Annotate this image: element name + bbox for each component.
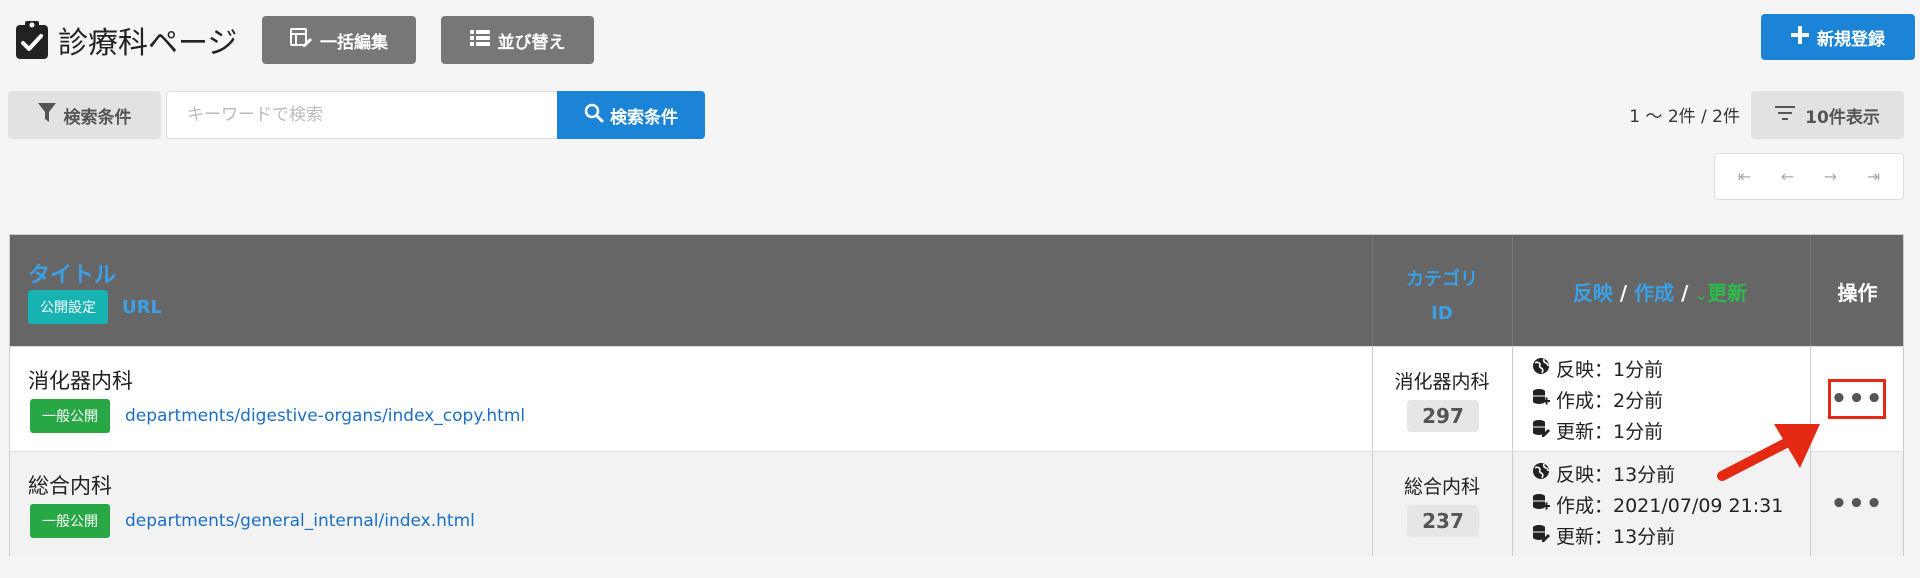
header-created-sort[interactable]: 作成 [1634,281,1674,305]
header-separator: / [1612,281,1635,305]
new-register-label: 新規登録 [1817,29,1885,50]
database-edit-icon [1532,419,1550,442]
table-row: 総合内科 一般公開 departments/general_internal/i… [10,451,1903,556]
globe-icon [1532,462,1550,485]
per-page-label: 10件表示 [1805,107,1880,128]
column-divider [1372,347,1373,451]
updated-timestamp: 更新：1分前 [1532,417,1663,444]
next-page-icon[interactable]: → [1824,167,1837,186]
updated-time: 更新：13分前 [1556,526,1676,548]
search-button[interactable]: 検索条件 [557,91,705,139]
column-divider [1372,452,1373,556]
database-plus-icon [1532,388,1550,411]
database-edit-icon [1532,524,1550,547]
column-divider [1810,235,1811,346]
plus-icon [1791,25,1809,49]
updated-timestamp: 更新：13分前 [1532,522,1675,549]
clipboard-check-icon [14,20,50,60]
created-time: 作成：2021/07/09 21:31 [1556,495,1784,517]
column-divider [1512,452,1513,556]
table-row: 消化器内科 一般公開 departments/digestive-organs/… [10,346,1903,451]
header-url-sort[interactable]: URL [122,297,162,318]
row-id-badge: 297 [1407,400,1479,432]
column-divider [1512,347,1513,451]
status-badge: 一般公開 [30,399,110,433]
search-button-label: 検索条件 [610,107,678,128]
row-url-link[interactable]: departments/digestive-organs/index_copy.… [125,406,525,426]
row-title[interactable]: 総合内科 [28,470,112,500]
header-timestamps: 反映 / 作成 / ⌄更新 [1512,277,1808,306]
created-timestamp: 作成：2分前 [1532,386,1663,413]
row-id-badge: 237 [1407,505,1479,537]
first-page-icon[interactable]: ⇤ [1738,167,1751,186]
search-icon [584,103,604,128]
bulk-edit-label: 一括編集 [320,32,388,53]
database-plus-icon [1532,493,1550,516]
prev-page-icon[interactable]: ← [1781,167,1794,186]
sort-lines-icon [1775,105,1796,126]
filter-label: 検索条件 [63,107,132,128]
filter-button[interactable]: 検索条件 [8,91,161,139]
reflect-timestamp: 反映：13分前 [1532,460,1675,487]
bulk-edit-button[interactable]: 一括編集 [262,16,416,64]
status-badge: 一般公開 [30,504,110,538]
header-operation: 操作 [1837,281,1878,305]
reflect-time: 反映：13分前 [1556,464,1676,486]
reflect-time: 反映：1分前 [1556,359,1664,381]
search-input[interactable] [166,91,558,139]
header-category-id: カテゴリ ID [1372,263,1512,331]
new-register-button[interactable]: 新規登録 [1761,14,1915,60]
header-updated-sort[interactable]: 更新 [1707,281,1747,305]
result-count: 1 〜 2件 / 2件 [1629,107,1740,127]
header-public-setting-sort[interactable]: 公開設定 [28,290,108,324]
row-title[interactable]: 消化器内科 [28,365,133,395]
column-divider [1372,235,1373,346]
row-actions-button[interactable]: ••• [1828,484,1886,524]
header-title-sort[interactable]: タイトル [28,257,116,289]
annotation-arrow-icon [1716,420,1822,488]
page-header: 診療科ページ [14,18,237,62]
sort-desc-icon: ⌄ [1695,288,1708,304]
last-page-icon[interactable]: ⇥ [1867,167,1880,186]
table-edit-icon [290,27,312,53]
reflect-timestamp: 反映：1分前 [1532,355,1663,382]
header-separator: / [1674,281,1696,305]
updated-time: 更新：1分前 [1556,421,1664,443]
row-actions-button[interactable]: ••• [1828,379,1886,419]
created-timestamp: 作成：2021/07/09 21:31 [1532,491,1783,518]
list-icon [469,29,490,52]
row-category: 消化器内科 [1394,371,1490,393]
table-header: タイトル 公開設定 URL カテゴリ ID 反映 / 作成 / ⌄更新 操作 [10,235,1903,346]
header-reflect-sort[interactable]: 反映 [1573,281,1613,305]
page-title: 診療科ページ [58,26,238,61]
pagination-controls: ⇤ ← → ⇥ [1714,153,1904,200]
globe-icon [1532,357,1550,380]
filter-icon [37,102,56,128]
created-time: 作成：2分前 [1556,390,1664,412]
header-category-sort[interactable]: カテゴリ [1372,263,1512,297]
column-divider [1512,235,1513,346]
per-page-button[interactable]: 10件表示 [1751,91,1904,139]
sort-label: 並び替え [497,32,566,53]
row-url-link[interactable]: departments/general_internal/index.html [125,511,475,531]
row-category: 総合内科 [1403,476,1480,498]
pages-table: タイトル 公開設定 URL カテゴリ ID 反映 / 作成 / ⌄更新 操作 消… [9,234,1904,556]
header-id-sort[interactable]: ID [1372,297,1512,331]
sort-button[interactable]: 並び替え [441,16,594,64]
